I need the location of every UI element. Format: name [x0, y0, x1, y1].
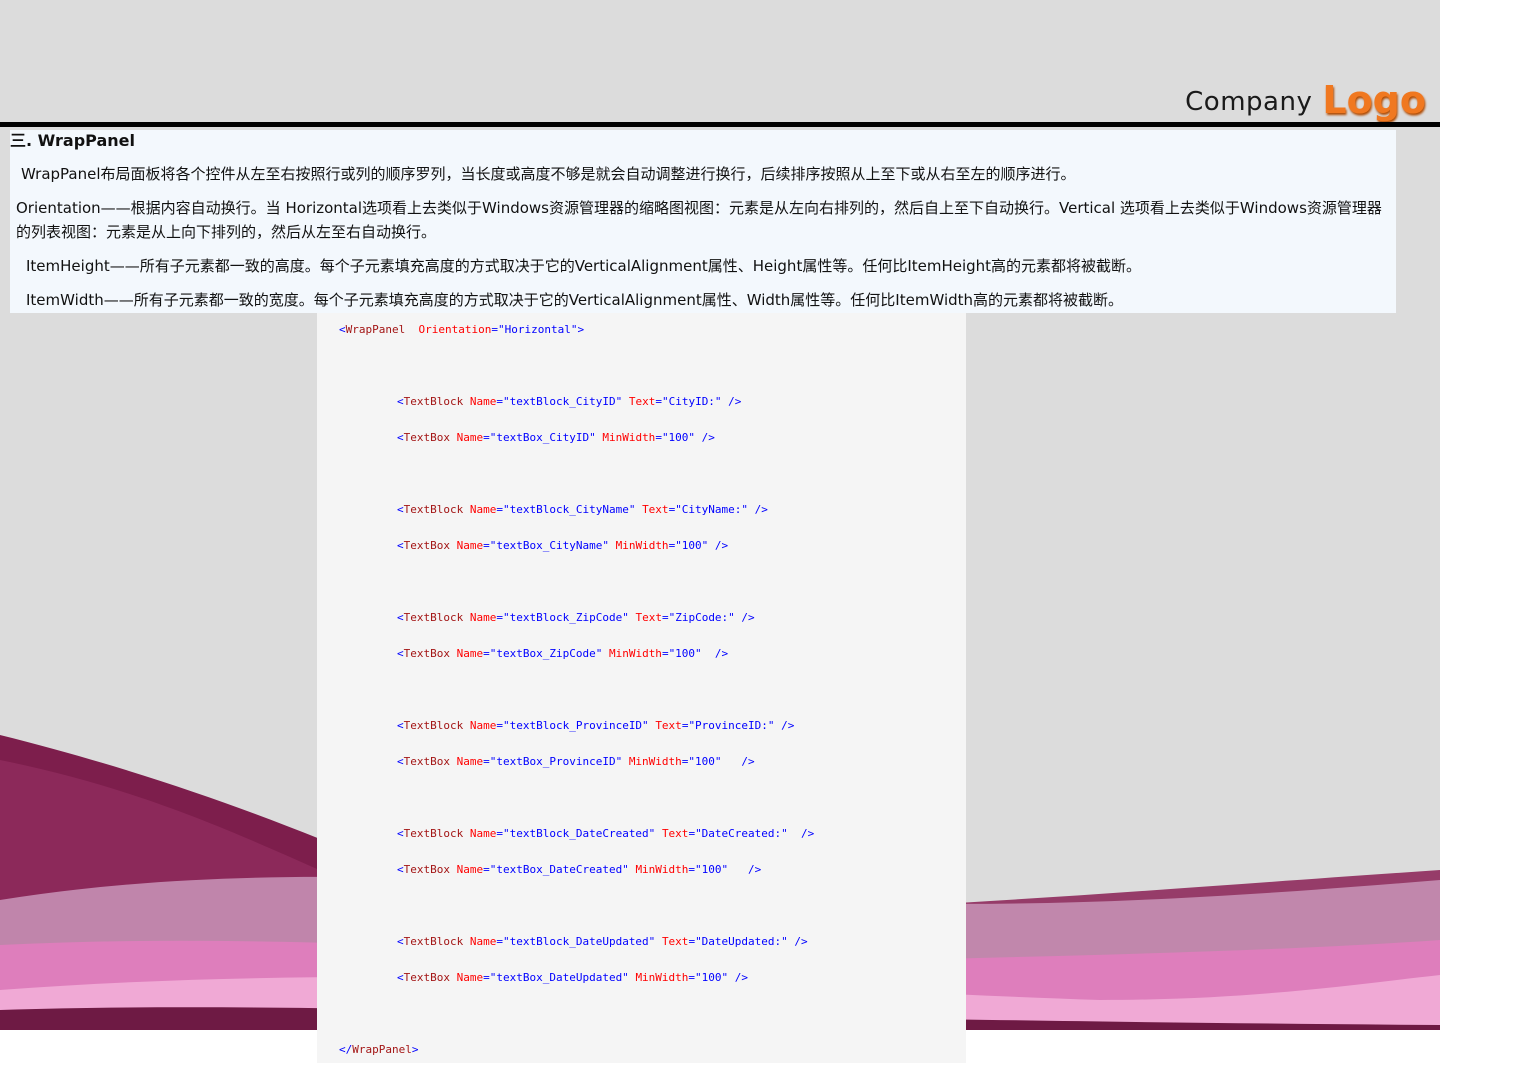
- code-line: <TextBox Name="textBox_DateUpdated" MinW…: [397, 971, 749, 984]
- company-logo: Company Logo: [1185, 78, 1426, 122]
- description-panel: 三. WrapPanel WrapPanel布局面板将各个控件从左至右按照行或列…: [10, 130, 1396, 313]
- paragraph-itemwidth: ItemWidth——所有子元素都一致的宽度。每个子元素填充高度的方式取决于它的…: [26, 291, 1124, 309]
- logo-company-text: Company: [1185, 87, 1313, 117]
- paragraph-orientation: Orientation——根据内容自动换行。当 Horizontal选项看上去类…: [16, 199, 1382, 241]
- paragraph-intro: WrapPanel布局面板将各个控件从左至右按照行或列的顺序罗列，当长度或高度不…: [21, 165, 1076, 183]
- code-block: <WrapPanel Orientation="Horizontal"> <Te…: [317, 313, 966, 1063]
- code-line: <TextBlock Name="textBlock_CityID" Text=…: [397, 395, 742, 408]
- code-line: <TextBox Name="textBox_ProvinceID" MinWi…: [397, 755, 755, 768]
- code-line: <TextBlock Name="textBlock_DateUpdated" …: [397, 935, 808, 948]
- paragraph-itemheight: ItemHeight——所有子元素都一致的高度。每个子元素填充高度的方式取决于它…: [26, 257, 1142, 275]
- section-title: 三. WrapPanel: [10, 131, 135, 150]
- header-divider: [0, 122, 1440, 127]
- code-line-close: </WrapPanel>: [339, 1043, 419, 1056]
- code-line: <TextBlock Name="textBlock_ProvinceID" T…: [397, 719, 795, 732]
- logo-mark-text: Logo: [1322, 78, 1426, 122]
- code-line-open: <WrapPanel Orientation="Horizontal">: [339, 323, 585, 336]
- code-line: <TextBox Name="textBox_CityID" MinWidth=…: [397, 431, 715, 444]
- code-line: <TextBox Name="textBox_DateCreated" MinW…: [397, 863, 762, 876]
- code-line: <TextBox Name="textBox_ZipCode" MinWidth…: [397, 647, 729, 660]
- code-line: <TextBox Name="textBox_CityName" MinWidt…: [397, 539, 729, 552]
- code-line: <TextBlock Name="textBlock_CityName" Tex…: [397, 503, 768, 516]
- code-line: <TextBlock Name="textBlock_DateCreated" …: [397, 827, 815, 840]
- code-line: <TextBlock Name="textBlock_ZipCode" Text…: [397, 611, 755, 624]
